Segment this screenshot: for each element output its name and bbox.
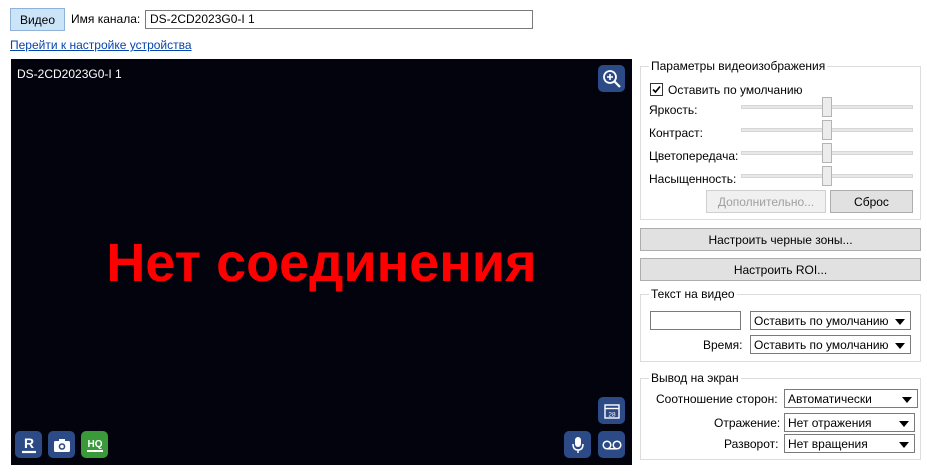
text-option-select[interactable]: Оставить по умолчанию [750,311,911,330]
chevron-down-icon [895,318,905,325]
reset-button[interactable]: Сброс [830,190,913,213]
chevron-down-icon [899,441,909,448]
time-option-select[interactable]: Оставить по умолчанию [750,335,911,354]
contrast-slider-thumb[interactable] [822,120,832,140]
zoom-in-icon[interactable] [598,65,625,92]
mirror-label: Отражение: [714,416,781,430]
advanced-button[interactable]: Дополнительно... [706,190,826,213]
image-params-title: Параметры видеоизображения [649,59,828,73]
video-preview[interactable]: DS-2CD2023G0-I 1 Нет соединения 28 R HQ [11,59,632,465]
text-on-video-title: Текст на видео [649,287,737,301]
video-text-input[interactable] [650,311,741,330]
chevron-down-icon [899,420,909,427]
display-output-title: Вывод на экран [649,371,741,385]
aspect-ratio-label: Соотношение сторон: [656,392,778,406]
record-r-icon[interactable]: R [15,431,42,458]
contrast-label: Контраст: [649,126,703,140]
default-checkbox-label: Оставить по умолчанию [668,83,803,97]
microphone-icon[interactable] [564,431,591,458]
calendar-icon[interactable]: 28 [598,397,625,424]
mirror-value: Нет отражения [788,415,872,430]
chevron-down-icon [895,342,905,349]
black-zones-button[interactable]: Настроить черные зоны... [640,228,921,251]
color-label: Цветопередача: [649,149,739,163]
hq-label: HQ [87,439,102,450]
camera-icon[interactable] [48,431,75,458]
mirror-select[interactable]: Нет отражения [784,413,915,432]
video-tab-button[interactable]: Видео [10,8,65,31]
channel-name-input[interactable]: DS-2CD2023G0-I 1 [145,10,533,29]
aspect-ratio-select[interactable]: Автоматически [784,389,918,408]
rotate-label: Разворот: [724,437,779,451]
time-label: Время: [703,338,743,352]
aspect-ratio-value: Автоматически [788,391,872,406]
rotate-select[interactable]: Нет вращения [784,434,915,453]
rotate-value: Нет вращения [788,436,868,451]
checkmark-icon [652,85,661,94]
calendar-day: 28 [608,411,616,418]
svg-text:R: R [23,435,33,451]
time-option-value: Оставить по умолчанию [754,337,889,352]
default-checkbox[interactable] [650,83,663,96]
no-connection-message: Нет соединения [106,233,537,293]
color-slider-thumb[interactable] [822,143,832,163]
saturation-label: Насыщенность: [649,172,737,186]
text-option-value: Оставить по умолчанию [754,313,889,328]
roi-button[interactable]: Настроить ROI... [640,258,921,281]
voicemail-icon[interactable] [598,431,625,458]
hq-quality-icon[interactable]: HQ [81,431,108,458]
chevron-down-icon [902,396,912,403]
brightness-slider-thumb[interactable] [822,97,832,117]
saturation-slider-thumb[interactable] [822,166,832,186]
video-overlay-title: DS-2CD2023G0-I 1 [17,67,122,81]
channel-name-label: Имя канала: [71,12,141,26]
brightness-label: Яркость: [649,103,698,117]
device-settings-link[interactable]: Перейти к настройке устройства [10,38,192,52]
